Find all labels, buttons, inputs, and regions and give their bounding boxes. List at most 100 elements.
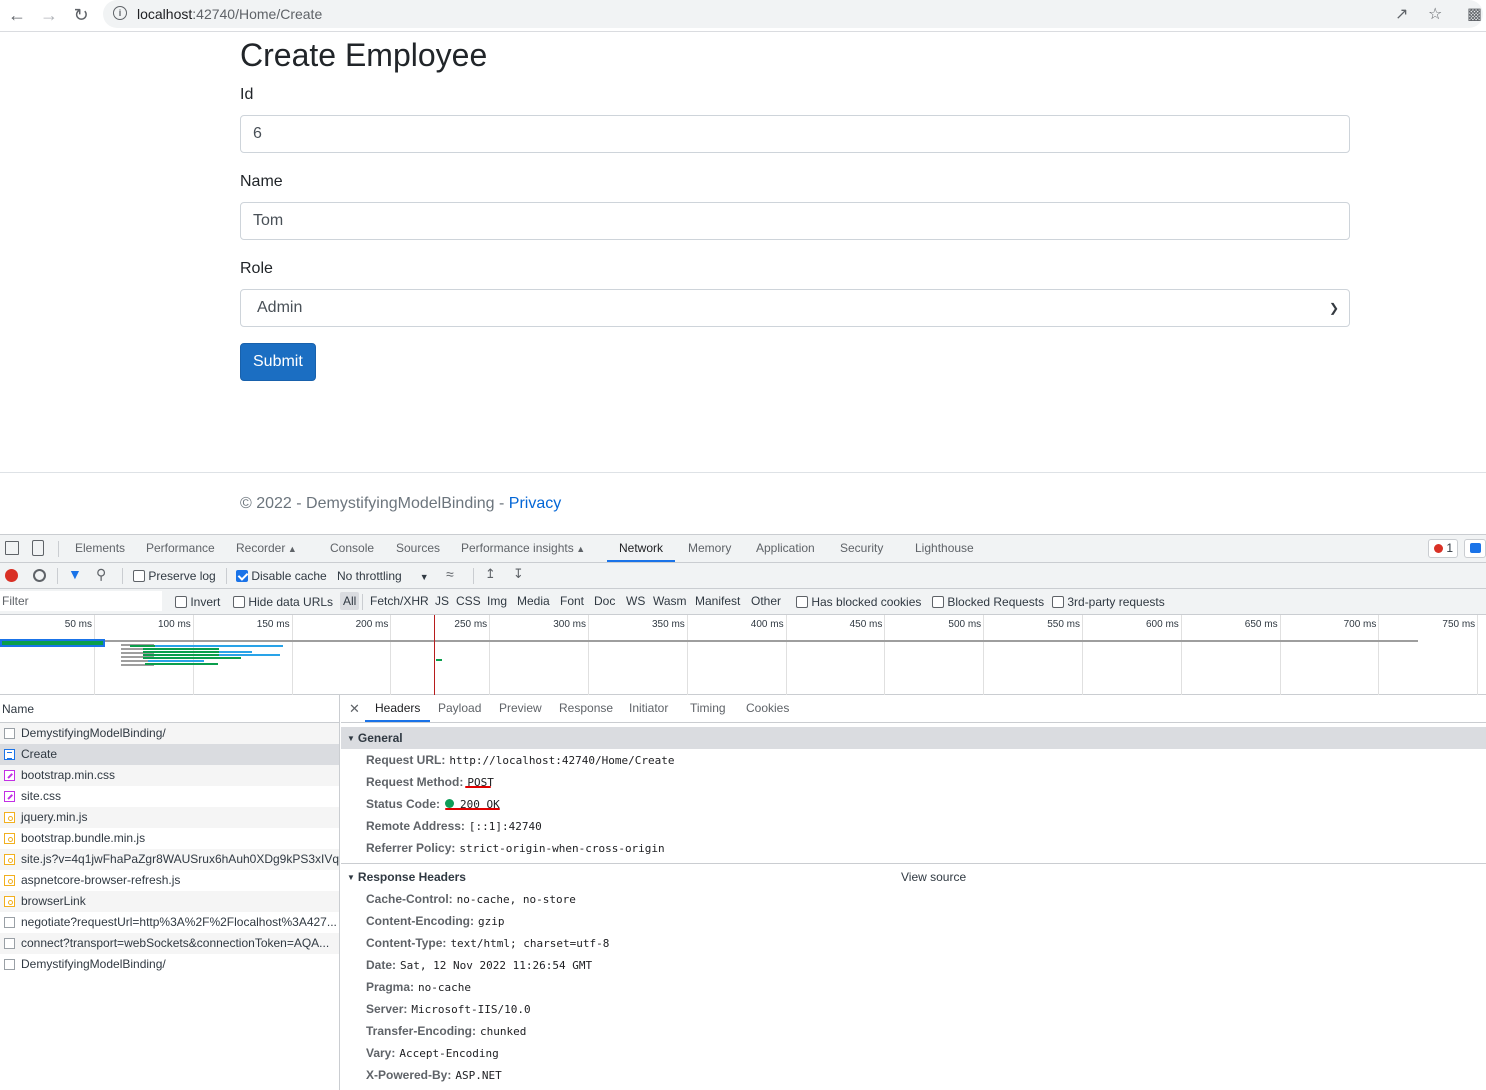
request-row[interactable]: negotiate?requestUrl=http%3A%2F%2Flocalh… [0, 912, 339, 933]
third-party-toggle[interactable]: 3rd-party requests [1052, 595, 1165, 609]
puzzle-icon[interactable]: ▩ [1467, 4, 1482, 24]
close-icon[interactable]: ✕ [349, 695, 360, 722]
header-key: X-Powered-By: [366, 1068, 452, 1082]
hide-data-urls-toggle[interactable]: Hide data URLs [233, 595, 333, 609]
filter-type-css[interactable]: CSS [456, 594, 481, 608]
filter-type-ws[interactable]: WS [626, 594, 645, 608]
devtools-tab-recorder[interactable]: Recorder ▲ [236, 535, 297, 562]
disable-cache-checkbox[interactable] [236, 570, 248, 582]
general-section-header[interactable]: ▼ General [341, 727, 1486, 749]
address-bar[interactable]: i localhost:42740/Home/Create ↗ ☆ [103, 0, 1483, 28]
invert-toggle[interactable]: Invert [175, 595, 220, 609]
export-har-icon[interactable]: ↧ [513, 566, 524, 582]
filter-type-wasm[interactable]: Wasm [653, 594, 687, 608]
detail-tab-cookies[interactable]: Cookies [746, 695, 789, 722]
devtools-tab-network[interactable]: Network [607, 535, 676, 562]
import-har-icon[interactable]: ↥ [485, 566, 496, 582]
blocked-requests-checkbox[interactable] [932, 596, 944, 608]
arrow-right-icon[interactable]: → [37, 4, 61, 26]
view-source-link[interactable]: View source [901, 866, 966, 888]
devtools-tab-elements[interactable]: Elements [75, 535, 125, 562]
devtools-tab-security[interactable]: Security [840, 535, 883, 562]
experimental-flask-icon: ▲ [285, 544, 297, 554]
request-row[interactable]: DemystifyingModelBinding/ [0, 954, 339, 975]
filter-type-manifest[interactable]: Manifest [695, 594, 740, 608]
filter-type-fetch-xhr[interactable]: Fetch/XHR [370, 594, 429, 608]
id-input[interactable]: 6 [240, 115, 1350, 153]
devtools-tab-console[interactable]: Console [330, 535, 374, 562]
role-select[interactable]: Admin ❯ [240, 289, 1350, 327]
throttling-select[interactable]: No throttling ▼ [337, 569, 429, 583]
header-value: ASP.NET [455, 1069, 502, 1082]
detail-tab-preview[interactable]: Preview [499, 695, 542, 722]
header-key: Request Method: [366, 775, 464, 789]
filter-type-doc[interactable]: Doc [594, 594, 615, 608]
error-counter[interactable]: 1 [1428, 539, 1458, 558]
submit-button[interactable]: Submit [240, 343, 316, 381]
network-conditions-icon[interactable]: ≈ [446, 566, 454, 582]
info-icon[interactable]: i [113, 6, 127, 20]
filter-icon[interactable]: ▼ [68, 566, 82, 582]
filter-type-js[interactable]: JS [435, 594, 449, 608]
clear-icon[interactable] [33, 569, 46, 582]
timeline-tick-label: 400 ms [750, 619, 784, 630]
request-row[interactable]: jquery.min.js [0, 807, 339, 828]
request-name: site.css [21, 789, 62, 803]
invert-label: Invert [190, 595, 221, 609]
timeline-bar [143, 648, 219, 650]
timeline-gridline [1378, 615, 1380, 695]
filter-type-img[interactable]: Img [487, 594, 507, 608]
devtools-tab-memory[interactable]: Memory [688, 535, 731, 562]
preserve-log-checkbox[interactable] [133, 570, 145, 582]
preserve-log-toggle[interactable]: Preserve log [133, 569, 216, 583]
filter-input[interactable]: Filter [0, 591, 162, 611]
response-headers-section-header[interactable]: ▼ Response Headers View source [341, 866, 1486, 888]
name-column-header[interactable]: Name [0, 695, 339, 723]
blocked-requests-toggle[interactable]: Blocked Requests [932, 595, 1044, 609]
arrow-left-icon[interactable]: ← [5, 4, 29, 26]
url-text[interactable]: localhost:42740/Home/Create [137, 6, 322, 22]
third-party-checkbox[interactable] [1052, 596, 1064, 608]
filter-type-all[interactable]: All [340, 592, 360, 610]
has-blocked-cookies-checkbox[interactable] [796, 596, 808, 608]
has-blocked-cookies-toggle[interactable]: Has blocked cookies [796, 595, 921, 609]
detail-tab-headers[interactable]: Headers [365, 695, 431, 722]
request-row[interactable]: bootstrap.bundle.min.js [0, 828, 339, 849]
star-icon[interactable]: ☆ [1428, 4, 1442, 24]
reload-icon[interactable]: ↻ [69, 4, 93, 26]
request-row[interactable]: aspnetcore-browser-refresh.js [0, 870, 339, 891]
request-row[interactable]: site.js?v=4q1jwFhaPaZgr8WAUSrux6hAuh0XDg… [0, 849, 339, 870]
inspect-element-icon[interactable] [5, 541, 19, 555]
devtools-tab-lighthouse[interactable]: Lighthouse [915, 535, 974, 562]
request-row[interactable]: DemystifyingModelBinding/ [0, 723, 339, 744]
devtools-tab-application[interactable]: Application [756, 535, 815, 562]
devtools-tab-performance-insights[interactable]: Performance insights ▲ [461, 535, 585, 562]
name-input[interactable]: Tom [240, 202, 1350, 240]
network-overview-timeline[interactable]: 50 ms 100 ms 150 ms 200 ms 250 ms 300 ms 350 m… [0, 615, 1486, 695]
record-icon[interactable] [5, 569, 18, 582]
header-key: Cache-Control: [366, 892, 453, 906]
request-row[interactable]: browserLink [0, 891, 339, 912]
detail-tab-initiator[interactable]: Initiator [629, 695, 668, 722]
disable-cache-toggle[interactable]: Disable cache [236, 569, 327, 583]
request-row[interactable]: connect?transport=webSockets&connectionT… [0, 933, 339, 954]
filter-type-other[interactable]: Other [751, 594, 781, 608]
device-toolbar-icon[interactable] [32, 540, 44, 556]
invert-checkbox[interactable] [175, 596, 187, 608]
filter-type-font[interactable]: Font [560, 594, 584, 608]
filter-type-media[interactable]: Media [517, 594, 550, 608]
detail-tab-timing[interactable]: Timing [690, 695, 726, 722]
request-row[interactable]: site.css [0, 786, 339, 807]
issues-button[interactable] [1464, 539, 1486, 558]
detail-tab-response[interactable]: Response [559, 695, 613, 722]
detail-tab-payload[interactable]: Payload [438, 695, 481, 722]
privacy-link[interactable]: Privacy [509, 495, 561, 512]
message-icon [1470, 543, 1481, 553]
hide-data-urls-checkbox[interactable] [233, 596, 245, 608]
request-row[interactable]: Create [0, 744, 339, 765]
share-icon[interactable]: ↗ [1395, 4, 1408, 24]
devtools-tab-sources[interactable]: Sources [396, 535, 440, 562]
devtools-tab-performance[interactable]: Performance [146, 535, 215, 562]
search-icon[interactable]: ⚲ [96, 566, 106, 583]
request-row[interactable]: bootstrap.min.css [0, 765, 339, 786]
